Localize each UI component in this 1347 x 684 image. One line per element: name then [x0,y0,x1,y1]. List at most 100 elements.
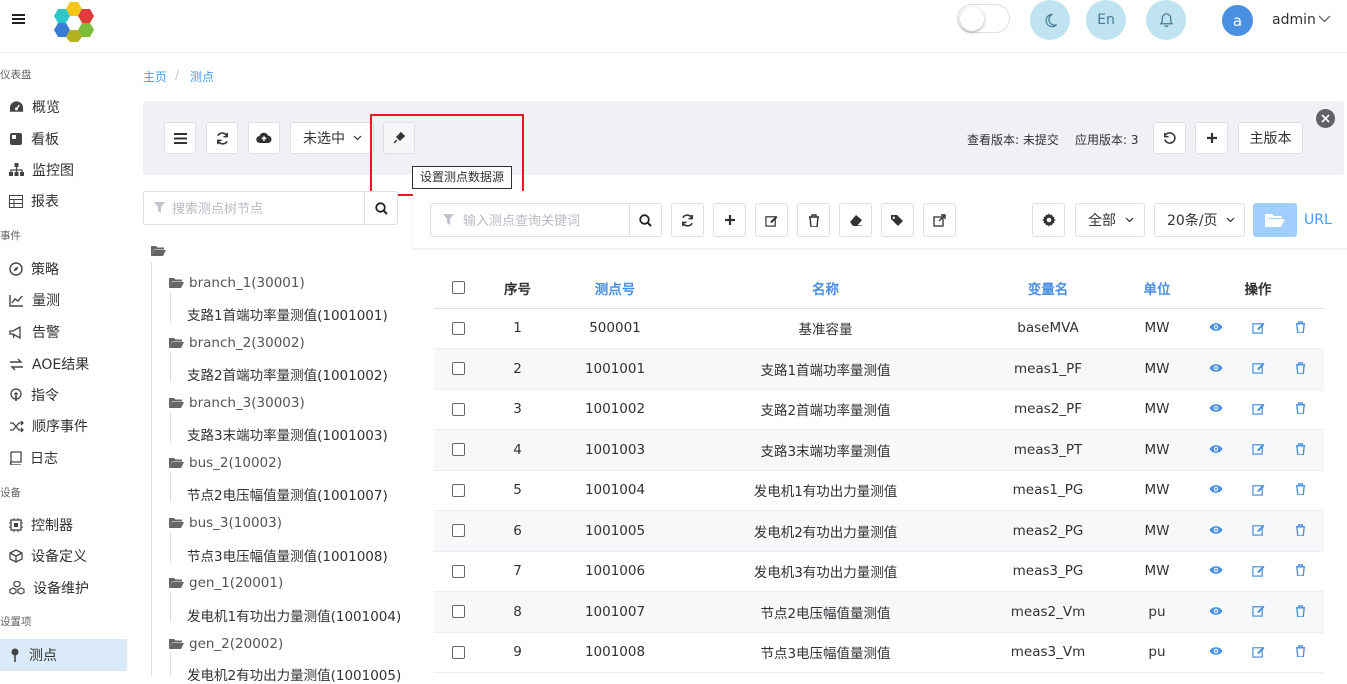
undo-button[interactable] [1153,122,1186,154]
edit-button[interactable] [1237,523,1279,536]
delete-button[interactable] [1279,524,1321,536]
menu-toggle-icon[interactable] [12,12,30,30]
tree-search-input[interactable] [172,199,352,219]
language-button[interactable]: En [1086,0,1126,40]
clear-button[interactable] [839,203,872,237]
sidebar-item-device-maintenance[interactable]: 设备维护 [0,572,127,604]
tree-node[interactable]: bus_3(10003) [169,515,282,531]
view-button[interactable] [1195,525,1237,535]
sidebar-item-command[interactable]: 指令 [0,379,127,411]
row-checkbox[interactable] [451,564,465,578]
sidebar-item-device-definition[interactable]: 设备定义 [0,540,127,572]
dark-mode-button[interactable] [1030,0,1070,40]
column-header-var[interactable]: 变量名 [974,268,1122,309]
row-checkbox[interactable] [451,443,465,457]
list-button[interactable] [164,122,196,154]
delete-button[interactable] [1279,321,1321,334]
select-all-checkbox[interactable] [451,281,465,295]
sidebar-item-monitor[interactable]: 监控图 [0,154,127,186]
edit-button[interactable] [1237,321,1279,334]
sidebar-item-aoe-result[interactable]: AOE结果 [0,348,127,380]
row-checkbox[interactable] [451,524,465,538]
delete-button[interactable] [1279,483,1321,496]
tree-leaf[interactable]: 支路2首端功率量测值(1001002) [187,364,388,384]
tree-node[interactable]: gen_2(20002) [169,636,283,652]
sidebar-item-overview[interactable]: 概览 [0,91,127,123]
edit-button[interactable] [1237,483,1279,496]
edit-button[interactable] [1237,361,1279,374]
table-row[interactable]: 3 1001002 支路2首端功率量测值 meas2_PF MW [434,389,1324,430]
table-refresh-button[interactable] [671,203,704,237]
notification-button[interactable] [1146,0,1186,40]
view-button[interactable] [1195,484,1237,494]
delete-button[interactable] [1279,402,1321,415]
open-folder-button[interactable] [1253,203,1297,237]
tree-leaf[interactable]: 发电机1有功出力量测值(1001004) [187,605,401,625]
table-row[interactable]: 5 1001004 发电机1有功出力量测值 meas1_PG MW [434,470,1324,511]
sidebar-item-strategy[interactable]: 策略 [0,253,127,285]
view-button[interactable] [1195,444,1237,454]
view-button[interactable] [1195,363,1237,373]
table-row[interactable]: 1 500001 基准容量 baseMVA MW [434,308,1324,349]
selection-dropdown[interactable]: 未选中 [290,122,374,154]
row-checkbox[interactable] [451,483,465,497]
sidebar-item-controller[interactable]: 控制器 [0,509,127,541]
row-checkbox[interactable] [451,645,465,659]
edit-button[interactable] [1237,604,1279,617]
cloud-upload-button[interactable] [248,122,280,154]
edit-point-button[interactable] [755,203,788,237]
view-button[interactable] [1195,646,1237,656]
tags-button[interactable] [881,203,914,237]
sidebar-item-measure-point[interactable]: 测点 [0,639,127,671]
sidebar-item-sequence-event[interactable]: 顺序事件 [0,410,127,442]
filter-dropdown[interactable]: 全部 [1075,203,1145,237]
theme-switch[interactable] [957,4,1010,33]
edit-button[interactable] [1237,402,1279,415]
tree-node[interactable]: branch_2(30002) [169,335,305,351]
row-checkbox[interactable] [451,605,465,619]
tree-root-node[interactable] [151,245,171,257]
table-row[interactable]: 9 1001008 节点3电压幅值量测值 meas3_Vm pu [434,632,1324,673]
sidebar-item-report[interactable]: 报表 [0,185,127,217]
breadcrumb-home[interactable]: 主页 [143,68,167,85]
tree-node[interactable]: branch_1(30001) [169,275,305,291]
settings-button[interactable] [1032,203,1065,237]
tree-leaf[interactable]: 节点3电压幅值量测值(1001008) [187,545,388,565]
edit-button[interactable] [1237,442,1279,455]
row-checkbox[interactable] [451,321,465,335]
view-button[interactable] [1195,403,1237,413]
sidebar-item-log[interactable]: 日志 [0,442,127,474]
tree-node[interactable]: gen_1(20001) [169,575,283,591]
edit-button[interactable] [1237,564,1279,577]
tree-node[interactable]: bus_2(10002) [169,455,282,471]
tree-leaf[interactable]: 支路3末端功率量测值(1001003) [187,424,388,444]
tree-leaf[interactable]: 节点2电压幅值量测值(1001007) [187,484,388,504]
add-point-button[interactable] [713,203,746,237]
username[interactable]: admin [1272,12,1316,28]
delete-point-button[interactable] [797,203,830,237]
url-link[interactable]: URL [1304,212,1332,228]
table-row[interactable]: 6 1001005 发电机2有功出力量测值 meas2_PG MW [434,510,1324,552]
view-button[interactable] [1195,565,1237,575]
column-header-id[interactable]: 测点号 [553,268,677,309]
delete-button[interactable] [1279,605,1321,617]
table-row[interactable]: 4 1001003 支路3末端功率量测值 meas3_PT MW [434,429,1324,471]
table-row[interactable]: 7 1001006 发电机3有功出力量测值 meas3_PG MW [434,551,1324,592]
column-header-unit[interactable]: 单位 [1122,268,1192,309]
table-row[interactable]: 8 1001007 节点2电压幅值量测值 meas2_Vm pu [434,591,1324,633]
column-header-name[interactable]: 名称 [677,268,974,309]
chevron-down-icon[interactable] [1318,15,1331,23]
tree-leaf[interactable]: 支路1首端功率量测值(1001001) [187,304,388,324]
query-search-button[interactable] [629,204,661,236]
delete-button[interactable] [1279,362,1321,374]
query-search-input[interactable] [463,211,618,231]
tree-search-button[interactable] [364,192,398,224]
close-icon[interactable] [1316,109,1335,128]
tree-leaf[interactable]: 发电机2有功出力量测值(1001005) [187,664,401,684]
table-row[interactable]: 2 1001001 支路1首端功率量测值 meas1_PF MW [434,348,1324,390]
row-checkbox[interactable] [451,402,465,416]
edit-button[interactable] [1237,645,1279,658]
delete-button[interactable] [1279,645,1321,658]
delete-button[interactable] [1279,443,1321,455]
page-size-dropdown[interactable]: 20条/页 [1154,203,1245,237]
